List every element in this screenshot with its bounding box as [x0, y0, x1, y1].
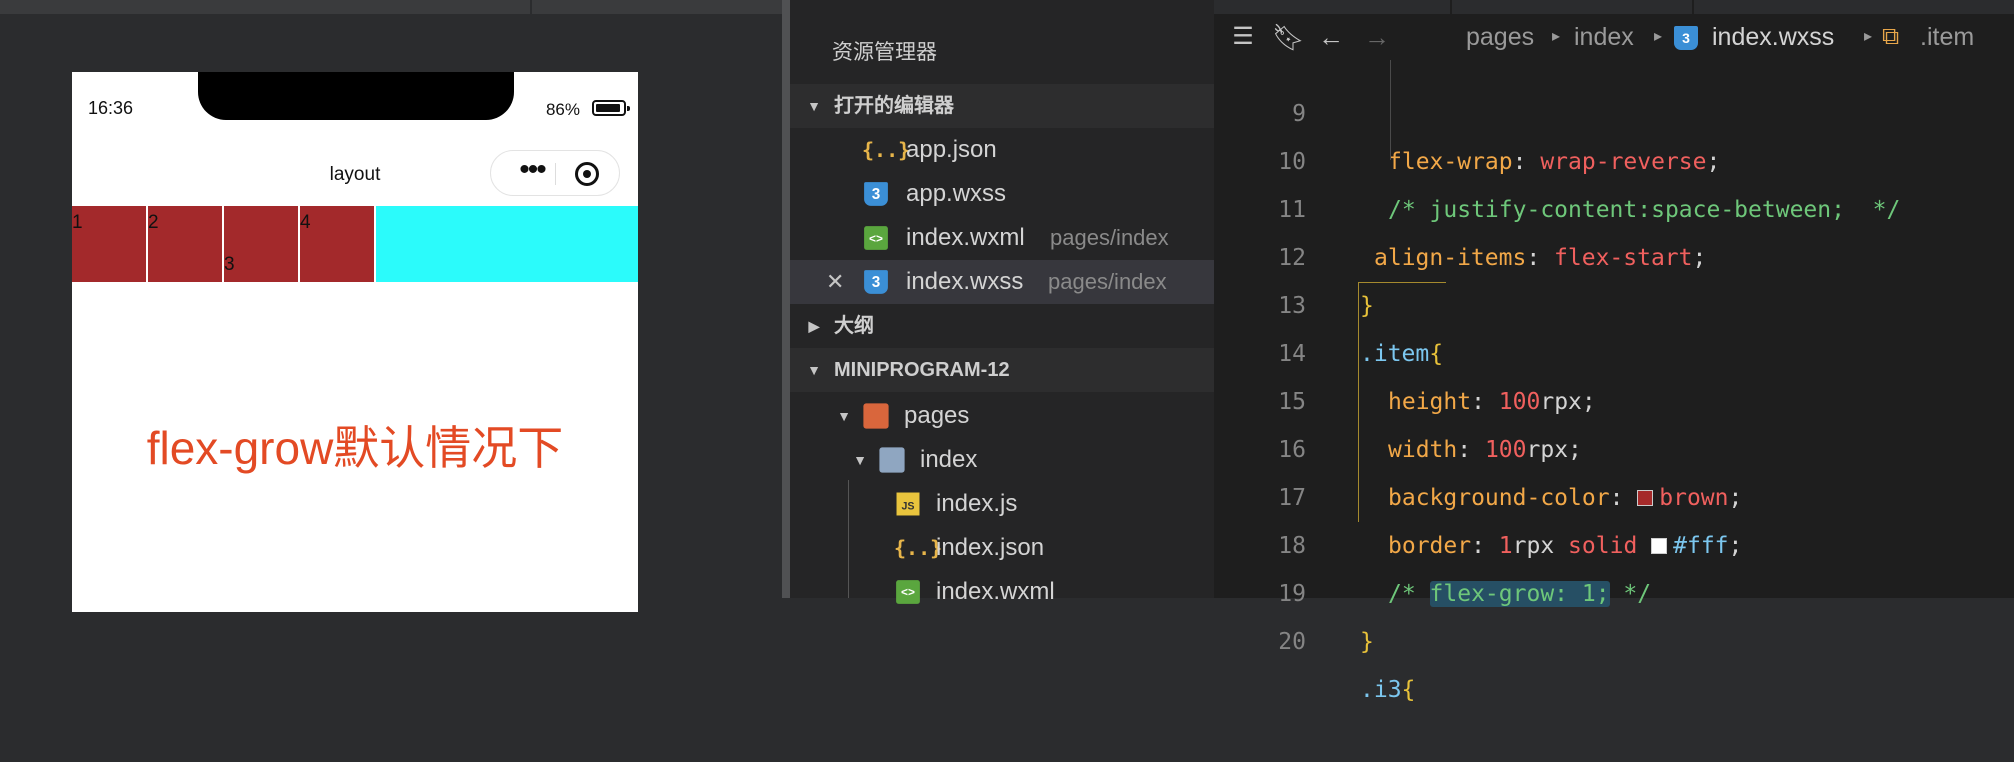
outline-section[interactable]: ▶ 大纲: [790, 304, 1214, 348]
code-line[interactable]: 17 border: 1rpx solid #fff;: [1214, 426, 2014, 559]
wxml-icon: <>: [864, 226, 888, 250]
file-path: pages/index: [1050, 225, 1169, 250]
folder-name: pages: [904, 402, 970, 429]
simulator-pane: 16:36 86% layout ••• 1 2 3 4 flex-grow默认…: [0, 0, 782, 612]
code-line[interactable]: 15 width: 100rpx;: [1214, 330, 2014, 463]
file-name: index.json: [936, 534, 1045, 561]
editor-tab-strip: [1214, 0, 2014, 14]
tree-item-file[interactable]: {..} index.json: [790, 526, 1214, 570]
code-line[interactable]: 12 }: [1214, 186, 2014, 319]
code-line[interactable]: 13 .item{: [1214, 234, 2014, 367]
js-icon: JS: [896, 492, 920, 516]
explorer-panel: 资源管理器 ▼ 打开的编辑器 {..} app.json 3 app.wxss …: [790, 0, 1214, 605]
code-line[interactable]: 16 background-color: brown;: [1214, 378, 2014, 511]
section-label: 大纲: [834, 315, 874, 337]
flex-item-label: 1: [72, 212, 83, 233]
file-name: index.js: [936, 490, 1018, 517]
code-line[interactable]: 18 /* flex-grow: 1; */: [1214, 474, 2014, 607]
section-label: 打开的编辑器: [834, 95, 954, 117]
section-label: MINIPROGRAM-12: [834, 359, 1010, 381]
phone-notch: [198, 72, 514, 120]
simulator-toolbar: [0, 0, 782, 14]
pane-splitter[interactable]: [782, 0, 790, 598]
flex-item-label: 2: [148, 212, 159, 233]
flex-item-label: 3: [224, 254, 235, 275]
file-name: app.wxss: [906, 180, 1007, 207]
wxml-icon: <>: [896, 580, 920, 604]
battery-percent: 86%: [545, 100, 580, 119]
bracket-guide: [1358, 282, 1446, 283]
more-dots-icon[interactable]: •••: [505, 155, 559, 191]
tree-indent-guide: [848, 480, 849, 598]
chevron-right-icon: ▶: [808, 318, 820, 334]
flex-item: 2: [148, 206, 224, 282]
indent-guide: [1390, 60, 1391, 160]
close-miniprogram-icon[interactable]: [575, 162, 599, 186]
code-line[interactable]: 11 align-items: flex-start;: [1214, 138, 2014, 271]
file-name: index.wxml: [906, 224, 1025, 251]
json-icon: {..}: [894, 536, 943, 560]
code-line[interactable]: 20 .i3{: [1214, 570, 2014, 703]
file-name: index.wxss: [906, 268, 1024, 295]
css-selector: .i3: [1360, 677, 1402, 703]
line-number: 20: [1278, 629, 1306, 655]
css-icon: 3: [864, 182, 888, 206]
page-caption: flex-grow默认情况下: [146, 422, 564, 474]
chevron-down-icon: ▼: [853, 452, 867, 468]
file-path: pages/index: [1048, 269, 1167, 294]
phone-screen[interactable]: 16:36 86% layout ••• 1 2 3 4 flex-grow默认…: [72, 72, 638, 612]
folder-open-icon: [863, 403, 889, 429]
open-editors-section[interactable]: ▼ 打开的编辑器: [790, 84, 1214, 128]
tree-item-folder[interactable]: ▼ index: [790, 438, 1214, 482]
bracket-guide: [1358, 282, 1359, 522]
open-editor-item[interactable]: 3 app.wxss: [790, 172, 1214, 216]
tree-item-file[interactable]: <> index.wxml: [790, 570, 1214, 614]
file-name: index.wxml: [936, 578, 1055, 605]
open-editor-item-active[interactable]: ✕ 3 index.wxss pages/index: [790, 260, 1214, 304]
folder-name: index: [920, 446, 978, 473]
code-editor[interactable]: ☰ 🔖︎ ← → pages ▸ index ▸ 3 index.wxss ▸ …: [1214, 0, 2014, 703]
flex-item: 1: [72, 206, 148, 282]
file-name: app.json: [906, 136, 997, 163]
flex-item: 4: [300, 206, 376, 282]
chevron-down-icon: ▼: [807, 362, 821, 378]
flex-container: 1 2 3 4: [72, 206, 638, 282]
battery-icon: [592, 100, 630, 116]
open-editor-item[interactable]: <> index.wxml pages/index: [790, 216, 1214, 260]
code-brace: {: [1401, 677, 1416, 703]
css-icon: 3: [864, 270, 888, 294]
tree-item-folder[interactable]: ▼ pages: [790, 394, 1214, 438]
chevron-down-icon: ▼: [837, 408, 851, 424]
code-line[interactable]: 10 /* justify-content:space-between; */: [1214, 90, 2014, 223]
json-icon: {..}: [862, 138, 911, 162]
code-line[interactable]: 9 flex-wrap: wrap-reverse;: [1214, 42, 2014, 175]
tree-item-file[interactable]: JS index.js: [790, 482, 1214, 526]
flex-item: 3: [224, 206, 300, 282]
folder-icon: [879, 447, 905, 473]
code-line[interactable]: 14 height: 100rpx;: [1214, 282, 2014, 415]
code-brace: }: [1360, 629, 1374, 655]
capsule-menu[interactable]: •••: [490, 150, 620, 196]
close-icon[interactable]: ✕: [826, 260, 844, 304]
open-editor-item[interactable]: {..} app.json: [790, 128, 1214, 172]
project-section[interactable]: ▼ MINIPROGRAM-12: [790, 348, 1214, 392]
chevron-down-icon: ▼: [807, 98, 821, 114]
flex-item-label: 4: [300, 212, 311, 233]
explorer-title: 资源管理器: [832, 41, 937, 64]
status-time: 16:36: [88, 98, 134, 118]
code-line[interactable]: 19 }: [1214, 522, 2014, 655]
